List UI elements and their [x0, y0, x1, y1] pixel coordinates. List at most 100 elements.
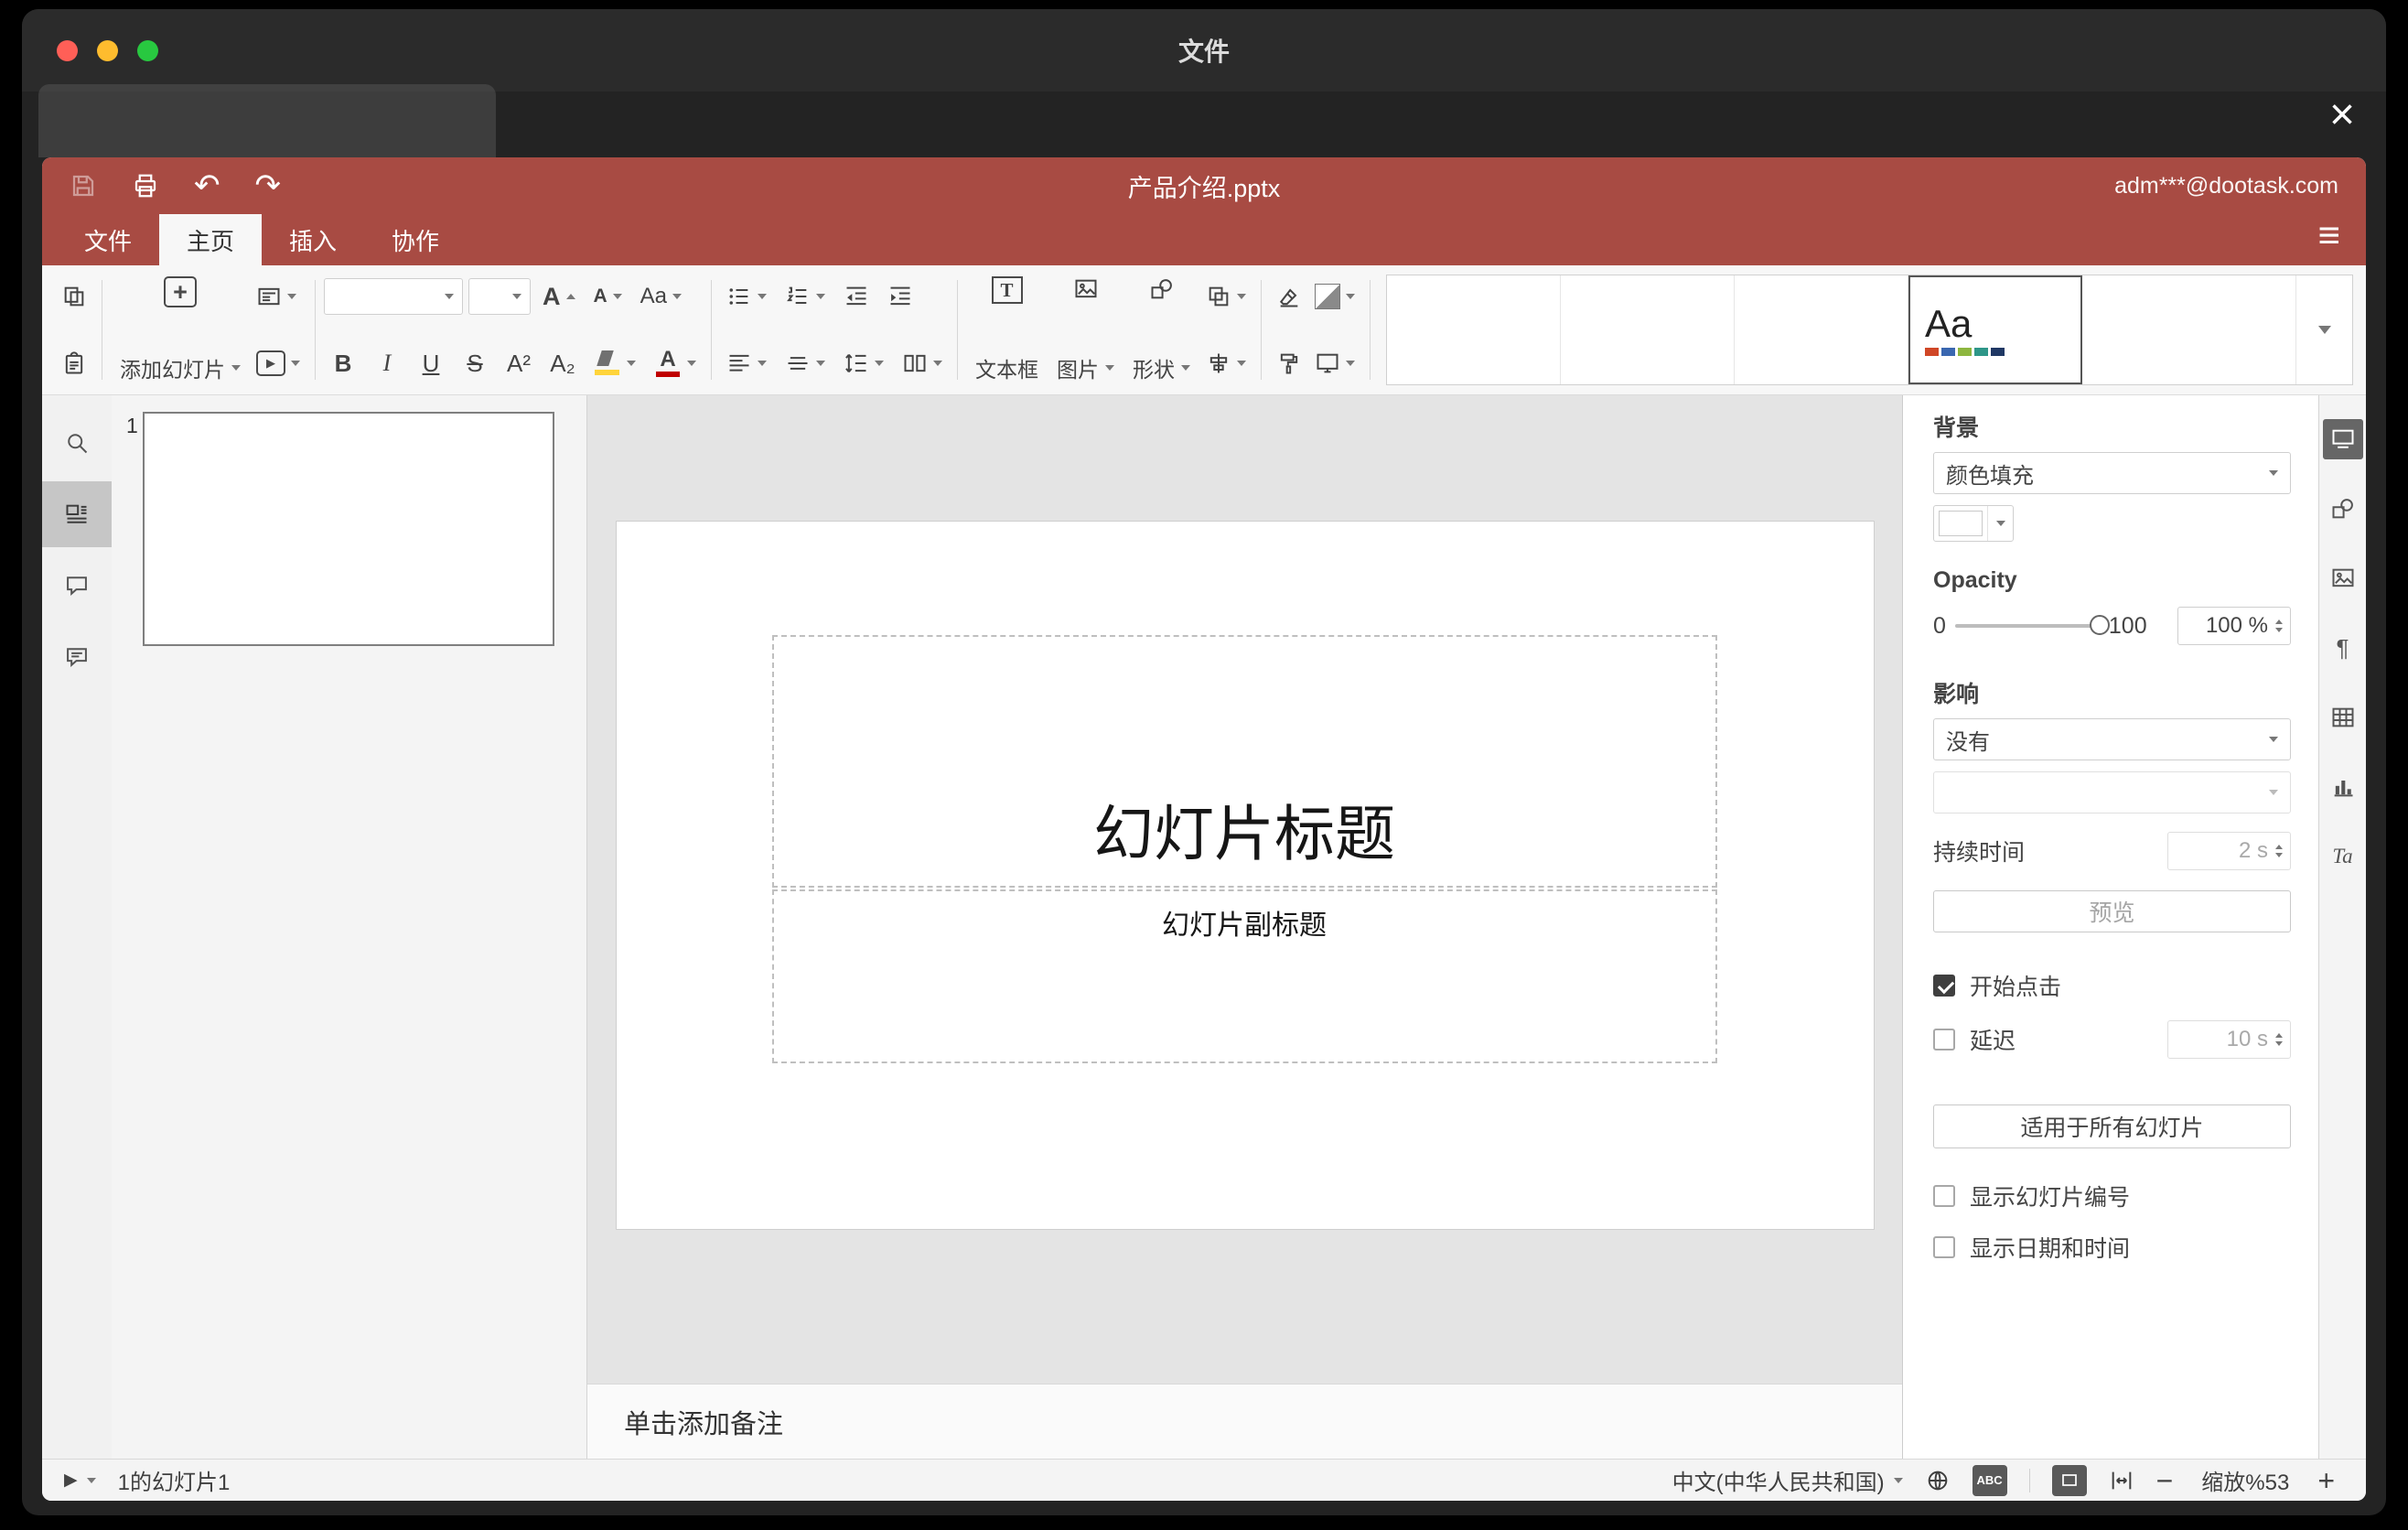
window-zoom-traffic-button[interactable] [137, 39, 158, 61]
theme-tile[interactable] [1561, 275, 1735, 384]
text-art-settings-button[interactable]: Ta [2323, 836, 2363, 877]
effect-variant-select[interactable] [1933, 771, 2291, 813]
window-minimize-traffic-button[interactable] [97, 39, 118, 61]
add-slide-button[interactable]: + 添加幻灯片 [111, 273, 250, 387]
paragraph-settings-button[interactable]: ¶ [2323, 628, 2363, 668]
horizontal-align-button[interactable] [720, 341, 773, 385]
subscript-button[interactable]: A₂ [543, 341, 582, 385]
increase-indent-button[interactable] [881, 275, 919, 318]
background-color-picker[interactable] [1933, 505, 2014, 542]
spinner[interactable] [2275, 845, 2283, 857]
zoom-in-button[interactable]: + [2317, 1466, 2335, 1495]
table-settings-button[interactable] [2323, 697, 2363, 738]
strikethrough-button[interactable]: S [456, 341, 494, 385]
effect-select[interactable]: 没有 [1933, 718, 2291, 760]
save-button[interactable] [70, 172, 97, 199]
title-placeholder[interactable]: 幻灯片标题 [771, 635, 1717, 888]
slide-layout-button[interactable] [250, 275, 306, 318]
tab-file[interactable]: 文件 [57, 214, 159, 265]
search-button[interactable] [57, 423, 97, 463]
image-settings-button[interactable] [2323, 558, 2363, 598]
font-name-combobox[interactable] [324, 278, 463, 315]
delay-checkbox[interactable] [1933, 1029, 1955, 1051]
start-on-click-checkbox[interactable] [1933, 975, 1955, 997]
text-art-settings-icon: Ta [2332, 845, 2353, 867]
duration-input[interactable]: 2 s [2167, 832, 2291, 870]
highlight-color-button[interactable] [587, 341, 642, 385]
right-sidebar: ¶ Ta [2318, 395, 2366, 1459]
fill-type-select[interactable]: 颜色填充 [1933, 452, 2291, 494]
theme-tile[interactable] [1735, 275, 1908, 384]
italic-button[interactable]: I [368, 341, 406, 385]
notes-area[interactable]: 单击添加备注 [587, 1384, 1902, 1459]
decrease-font-size-button[interactable]: A [587, 275, 629, 318]
superscript-button[interactable]: A² [500, 341, 538, 385]
slides-panel-button[interactable] [42, 481, 112, 547]
spinner[interactable] [2275, 1033, 2283, 1046]
increase-font-size-button[interactable]: A [536, 275, 582, 318]
font-size-combobox[interactable] [468, 278, 531, 315]
start-slideshow-status-button[interactable]: ▶ [64, 1470, 96, 1491]
shape-settings-button[interactable] [2323, 489, 2363, 529]
change-case-button[interactable]: Aa [634, 275, 688, 318]
print-button[interactable] [132, 172, 159, 199]
text-box-button[interactable]: T 文本框 [966, 273, 1048, 387]
underline-button[interactable]: U [412, 341, 450, 385]
fit-width-button[interactable] [2109, 1468, 2134, 1493]
insert-image-button[interactable]: 图片 [1048, 273, 1123, 387]
insert-shape-button[interactable]: 形状 [1123, 273, 1199, 387]
spellcheck-icon: ABC [1976, 1473, 2003, 1487]
line-spacing-button[interactable] [837, 341, 890, 385]
start-slideshow-button[interactable]: ▶ [250, 341, 306, 385]
window-close-traffic-button[interactable] [57, 39, 78, 61]
clear-style-button[interactable] [1270, 275, 1308, 318]
fill-color-button[interactable] [1308, 275, 1361, 318]
theme-tile[interactable] [1387, 275, 1561, 384]
align-shapes-button[interactable] [1199, 341, 1252, 385]
show-date-checkbox[interactable] [1933, 1236, 1955, 1258]
chevron-up-icon [565, 294, 575, 299]
bold-button[interactable]: B [324, 341, 362, 385]
paste-button[interactable] [55, 341, 93, 385]
redo-button[interactable]: ↷ [255, 170, 282, 201]
delay-input[interactable]: 10 s [2167, 1020, 2291, 1059]
copy-style-button[interactable] [1270, 341, 1308, 385]
comments-button[interactable] [57, 566, 97, 606]
font-color-button[interactable]: A [648, 341, 703, 385]
chart-settings-button[interactable] [2323, 767, 2363, 807]
tab-collaboration[interactable]: 协作 [364, 214, 467, 265]
tab-insert[interactable]: 插入 [262, 214, 364, 265]
document-language-button[interactable] [1925, 1468, 1951, 1493]
slide-settings-button[interactable] [2322, 419, 2363, 459]
decrease-indent-button[interactable] [837, 275, 876, 318]
opacity-value-input[interactable]: 100 % [2177, 607, 2291, 645]
opacity-slider-knob[interactable] [2089, 615, 2110, 635]
zoom-out-button[interactable]: − [2156, 1466, 2174, 1495]
show-slide-number-checkbox[interactable] [1933, 1185, 1955, 1207]
slide-size-button[interactable] [1308, 341, 1361, 385]
undo-button[interactable]: ↶ [194, 170, 220, 201]
theme-tile-selected[interactable]: Aa [1908, 275, 2082, 384]
vertical-align-button[interactable] [779, 341, 832, 385]
slide-thumbnail[interactable] [143, 412, 554, 646]
opacity-slider[interactable] [1954, 615, 2110, 635]
language-select[interactable]: 中文(中华人民共和国) [1672, 1464, 1903, 1496]
slide[interactable]: 幻灯片标题 幻灯片副标题 [616, 522, 1874, 1229]
canvas-scroll[interactable]: 幻灯片标题 幻灯片副标题 [587, 395, 1902, 1384]
theme-gallery-expand-button[interactable] [2295, 275, 2352, 384]
columns-button[interactable] [896, 341, 949, 385]
apply-all-button[interactable]: 适用于所有幻灯片 [1933, 1104, 2291, 1148]
tab-home[interactable]: 主页 [159, 214, 263, 265]
copy-button[interactable] [55, 275, 93, 318]
numbering-button[interactable] [779, 275, 832, 318]
hamburger-menu-button[interactable]: ≡ [2317, 216, 2340, 254]
preview-button[interactable]: 预览 [1933, 890, 2291, 932]
spellcheck-button[interactable]: ABC [1972, 1464, 2007, 1496]
fit-slide-button[interactable] [2051, 1464, 2087, 1496]
bullets-button[interactable] [720, 275, 773, 318]
spinner[interactable] [2275, 620, 2283, 632]
close-icon[interactable]: × [2329, 93, 2355, 137]
subtitle-placeholder[interactable]: 幻灯片副标题 [771, 889, 1717, 1063]
arrange-button[interactable] [1199, 275, 1252, 318]
chat-button[interactable] [57, 637, 97, 677]
